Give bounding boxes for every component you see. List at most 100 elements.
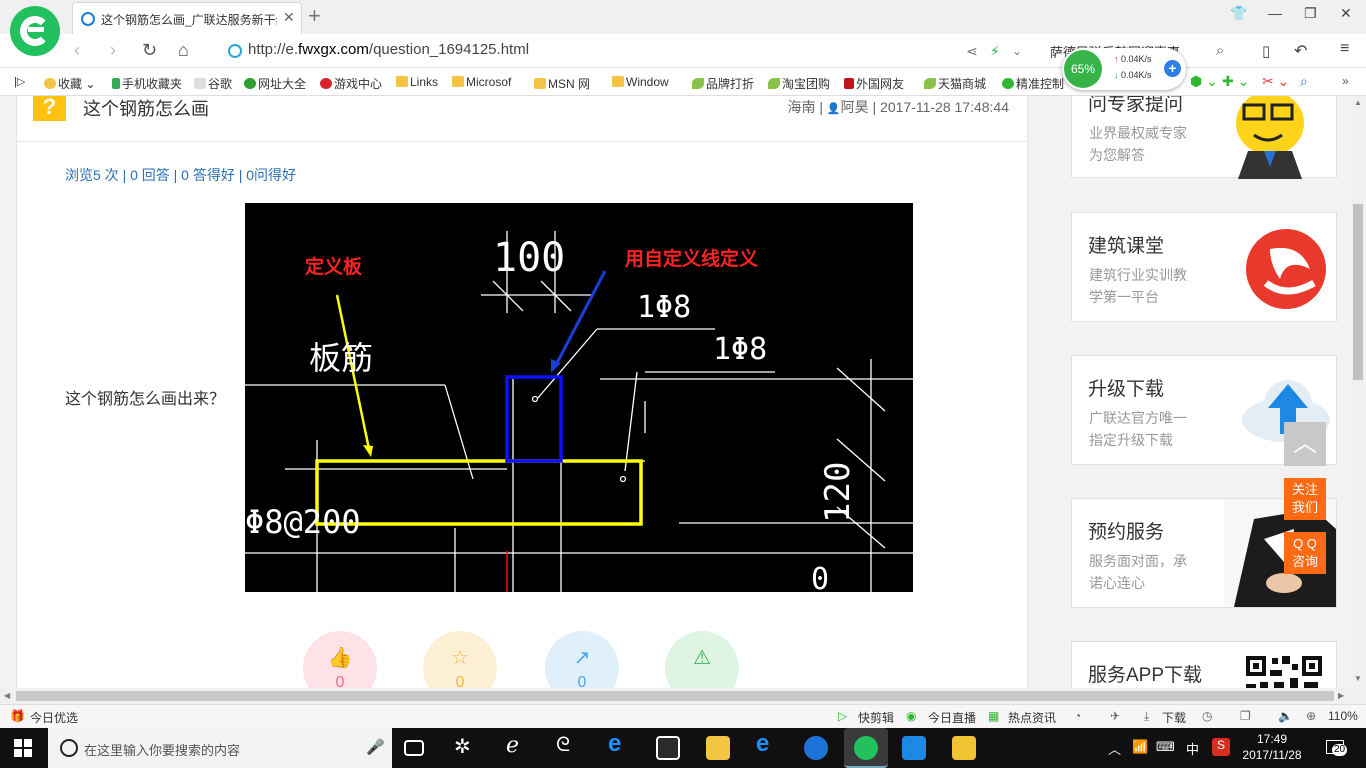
- scissors-icon[interactable]: ✂ ⌄: [1262, 73, 1289, 90]
- network-speed-widget[interactable]: 65% ↑ 0.04K/s ↓ 0.04K/s +: [1062, 48, 1186, 90]
- bookmark-item[interactable]: Window: [612, 75, 669, 89]
- zoom-level[interactable]: 110%: [1328, 709, 1358, 723]
- mute-icon[interactable]: 🔈: [1278, 709, 1293, 723]
- notification-center-icon[interactable]: 20: [1326, 738, 1348, 758]
- site-security-icon[interactable]: [228, 44, 242, 58]
- ie-icon[interactable]: e: [756, 730, 780, 757]
- back-icon[interactable]: ‹: [74, 40, 80, 61]
- chevron-down-icon[interactable]: ⌄: [1012, 44, 1022, 58]
- bookmark-item[interactable]: Microsof: [452, 75, 511, 89]
- bookmark-item[interactable]: 精准控制: [1002, 75, 1064, 92]
- vertical-scrollbar[interactable]: ▲ ▼: [1350, 96, 1366, 688]
- window-icon[interactable]: ❐: [1240, 709, 1251, 723]
- history-icon[interactable]: ◷: [1202, 709, 1212, 723]
- sidebar-card-app-download[interactable]: 服务APP下载: [1071, 641, 1337, 688]
- bookmark-item[interactable]: 收藏 ⌄: [44, 75, 95, 92]
- file-explorer-icon[interactable]: [706, 736, 730, 760]
- glodon-app-icon[interactable]: [804, 736, 828, 760]
- bookmark-item[interactable]: 手机收藏夹: [112, 75, 182, 92]
- keyboard-icon[interactable]: ⌨: [1156, 739, 1175, 755]
- horizontal-scrollbar[interactable]: ◀ ▶: [0, 688, 1366, 704]
- taskbar-browser-active[interactable]: [844, 728, 888, 768]
- sidebar-card-classroom[interactable]: 建筑课堂 建筑行业实训教 学第一平台: [1071, 212, 1337, 322]
- edge-legacy-icon[interactable]: ℯ: [506, 732, 530, 757]
- hot-news-link[interactable]: 热点资讯: [1008, 709, 1056, 726]
- sidebar-card-sub: 服务面对面，承: [1089, 553, 1187, 569]
- sogou-ime-icon[interactable]: S: [1212, 738, 1230, 756]
- undo-icon[interactable]: ↶: [1294, 41, 1307, 61]
- add-extension-icon[interactable]: ✚ ⌄: [1222, 73, 1249, 90]
- ime-indicator[interactable]: 中: [1186, 739, 1199, 758]
- extension-icon[interactable]: ⬢ ⌄: [1190, 73, 1218, 90]
- microphone-icon[interactable]: 🎤: [366, 738, 385, 756]
- find-icon[interactable]: ⌕: [1300, 73, 1308, 90]
- bookmark-item[interactable]: 天猫商城: [924, 75, 986, 92]
- refresh-icon[interactable]: ↻: [142, 40, 157, 61]
- back-to-top-button[interactable]: ︿: [1284, 422, 1326, 466]
- bookmark-item[interactable]: 淘宝团购: [768, 75, 830, 92]
- fan-app-icon[interactable]: ✲: [454, 734, 478, 758]
- scroll-up-icon[interactable]: ▲: [1354, 98, 1362, 107]
- more-icon[interactable]: »: [1342, 74, 1349, 88]
- speed-boost-icon[interactable]: +: [1164, 60, 1181, 77]
- follow-us-button[interactable]: 关注 我们: [1284, 478, 1326, 520]
- plus-app-icon[interactable]: [902, 736, 926, 760]
- scroll-right-icon[interactable]: ▶: [1338, 691, 1344, 700]
- store-icon[interactable]: [656, 736, 680, 760]
- taskbar-search-box[interactable]: 在这里输入你要搜索的内容 🎤: [48, 728, 392, 768]
- sidebar-toggle-icon[interactable]: |▷: [14, 75, 25, 88]
- cad-drawing-image[interactable]: 定义板 用自定义线定义 100 1Φ8 1Φ8 板筋 Φ8@200 150 12…: [245, 203, 913, 688]
- favorite-button[interactable]: ☆ 0: [423, 631, 497, 688]
- tab-close-icon[interactable]: ✕: [283, 9, 295, 26]
- mobile-icon[interactable]: ▯: [1262, 42, 1270, 60]
- forward-icon[interactable]: ›: [110, 40, 116, 61]
- bookmark-item[interactable]: 外国网友: [844, 75, 904, 92]
- new-tab-icon[interactable]: +: [308, 3, 321, 29]
- bookmark-item[interactable]: MSN 网: [534, 75, 590, 92]
- like-button[interactable]: 👍 0: [303, 631, 377, 688]
- bookmark-item[interactable]: 品牌打折: [692, 75, 754, 92]
- browser-tab[interactable]: 这个钢筋怎么画_广联达服务新干线 ✕: [72, 2, 302, 34]
- tray-chevron-up-icon[interactable]: ︿: [1108, 739, 1121, 758]
- notes-app-icon[interactable]: [952, 736, 976, 760]
- sidebar-card-expert[interactable]: 问专家提问 业界最权威专家 为您解答: [1071, 96, 1337, 179]
- question-author[interactable]: 阿昊: [841, 99, 869, 115]
- horizontal-scroll-thumb[interactable]: [16, 691, 1334, 701]
- bookmark-item[interactable]: Links: [396, 75, 438, 89]
- qq-consult-button[interactable]: Q Q 咨询: [1284, 532, 1326, 574]
- bookmark-item[interactable]: 游戏中心: [320, 75, 382, 92]
- skin-icon[interactable]: 👕: [1230, 5, 1247, 22]
- share-button[interactable]: ↗ 0: [545, 631, 619, 688]
- folder-icon: [612, 76, 624, 87]
- scroll-down-icon[interactable]: ▼: [1354, 674, 1362, 683]
- today-picks-link[interactable]: 今日优选: [30, 709, 78, 726]
- close-window-icon[interactable]: ✕: [1340, 5, 1352, 22]
- swirl-app-icon[interactable]: ᘓ: [556, 734, 580, 758]
- live-link[interactable]: 今日直播: [928, 709, 976, 726]
- minimize-icon[interactable]: —: [1268, 5, 1282, 21]
- report-button[interactable]: ⚠: [665, 631, 739, 688]
- wifi-icon[interactable]: 📶: [1132, 739, 1148, 755]
- browser-logo-icon[interactable]: [10, 6, 60, 56]
- menu-icon[interactable]: ≡: [1340, 40, 1349, 58]
- maximize-icon[interactable]: ❐: [1304, 5, 1317, 22]
- quick-edit-link[interactable]: 快剪辑: [858, 709, 894, 726]
- lightning-icon[interactable]: ⚡: [990, 43, 1000, 60]
- task-view-icon[interactable]: [404, 740, 424, 756]
- question-region[interactable]: 海南: [787, 99, 815, 115]
- share-icon[interactable]: ⋖: [966, 43, 978, 60]
- url-input[interactable]: http://e.fwxgx.com/question_1694125.html: [248, 41, 529, 58]
- download-link[interactable]: 下载: [1162, 709, 1186, 726]
- search-icon[interactable]: ⌕: [1216, 42, 1224, 59]
- pin-icon[interactable]: ✈: [1110, 709, 1120, 723]
- speed-icon[interactable]: ◔: [1074, 709, 1081, 723]
- edge-icon[interactable]: e: [608, 730, 632, 757]
- taskbar-clock[interactable]: 17:49 2017/11/28: [1238, 731, 1306, 763]
- news-icon: ▦: [988, 709, 1000, 723]
- home-icon[interactable]: ⌂: [178, 40, 189, 61]
- bookmark-item[interactable]: 网址大全: [244, 75, 306, 92]
- scroll-left-icon[interactable]: ◀: [4, 691, 10, 700]
- bookmark-item[interactable]: 谷歌: [194, 75, 232, 92]
- vertical-scroll-thumb[interactable]: [1353, 204, 1363, 380]
- windows-start-icon[interactable]: [14, 739, 32, 757]
